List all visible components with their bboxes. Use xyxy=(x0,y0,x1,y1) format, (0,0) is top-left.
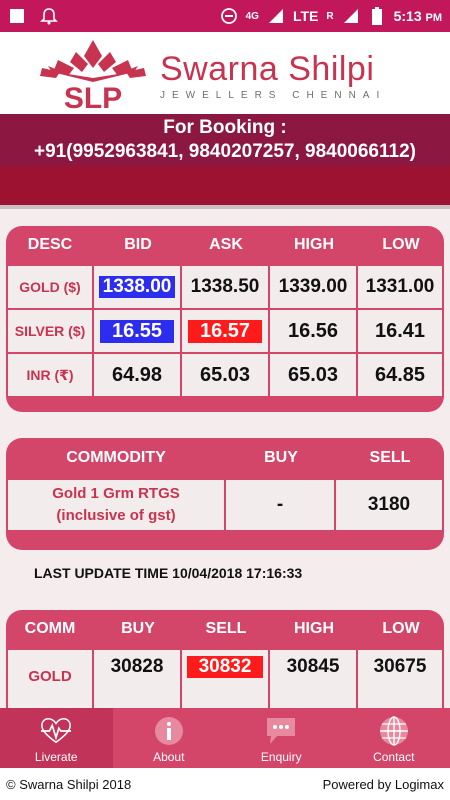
row-label: SILVER ($) xyxy=(8,310,94,352)
status-time: 5:13 PM xyxy=(393,8,442,24)
network-lte-label: LTE xyxy=(292,8,319,24)
comm-table-body: GOLD 30828 30832 30845 30675 xyxy=(6,648,444,710)
rates-table: DESC BID ASK HIGH LOW GOLD ($) 1338.00 1… xyxy=(6,226,444,412)
pulse-heart-icon xyxy=(40,716,72,746)
marquee-strip xyxy=(0,166,450,206)
comm-sell: 30832 xyxy=(182,650,270,710)
commodity-sell: 3180 xyxy=(336,480,442,530)
footer: © Swarna Shilpi 2018 Powered by Logimax xyxy=(0,768,450,800)
gold-high: 1339.00 xyxy=(270,266,358,308)
gold-ask: 1338.50 xyxy=(182,266,270,308)
roaming-label: R xyxy=(326,10,334,22)
bell-icon xyxy=(40,7,58,25)
info-icon xyxy=(153,716,185,746)
comm-table-header: COMM BUY SELL HIGH LOW xyxy=(6,610,444,648)
cell-signal-icon xyxy=(342,7,360,25)
last-update-time: LAST UPDATE TIME 10/04/2018 17:16:33 xyxy=(34,565,303,581)
nav-label: Enquiry xyxy=(260,750,302,764)
bottom-nav: Liverate About Enquiry Contact xyxy=(0,708,450,768)
nav-label: About xyxy=(153,750,185,764)
table-row: Gold 1 Grm RTGS (inclusive of gst) - 318… xyxy=(8,478,442,530)
table-row: GOLD ($) 1338.00 1338.50 1339.00 1331.00 xyxy=(8,264,442,308)
status-bar: 4G LTE R 5:13 PM xyxy=(0,0,450,32)
commodity-name: Gold 1 Grm RTGS (inclusive of gst) xyxy=(8,480,226,530)
nav-about[interactable]: About xyxy=(113,708,226,768)
silver-bid: 16.55 xyxy=(94,310,182,352)
col-comm: COMM xyxy=(24,620,76,637)
booking-banner: For Booking : +91(9952963841, 9840207257… xyxy=(0,114,450,166)
nav-label: Contact xyxy=(373,750,415,764)
inr-ask: 65.03 xyxy=(182,354,270,396)
nav-liverate[interactable]: Liverate xyxy=(0,708,113,768)
comm-high: 30845 xyxy=(270,650,358,710)
nav-contact[interactable]: Contact xyxy=(338,708,450,768)
silver-high: 16.56 xyxy=(270,310,358,352)
svg-text:SLP: SLP xyxy=(64,82,122,110)
comm-low: 30675 xyxy=(358,650,442,710)
col-ask: ASK xyxy=(209,236,243,253)
commodity-table-body: Gold 1 Grm RTGS (inclusive of gst) - 318… xyxy=(6,478,444,530)
booking-title: For Booking : xyxy=(163,117,287,138)
brand-name: Swarna Shilpi xyxy=(160,50,375,88)
gold-low: 1331.00 xyxy=(358,266,442,308)
commodity-buy: - xyxy=(226,480,336,530)
row-label: INR (₹) xyxy=(8,354,94,396)
col-buy: BUY xyxy=(121,620,155,637)
col-buy: BUY xyxy=(264,449,298,466)
inr-bid: 64.98 xyxy=(94,354,182,396)
copyright-text: © Swarna Shilpi 2018 xyxy=(6,776,132,792)
brand-logo: SLP xyxy=(40,40,146,110)
nav-label: Liverate xyxy=(34,750,78,764)
silver-low: 16.41 xyxy=(358,310,442,352)
silver-ask: 16.57 xyxy=(182,310,270,352)
divider xyxy=(0,205,450,209)
rates-table-body: GOLD ($) 1338.00 1338.50 1339.00 1331.00… xyxy=(6,264,444,396)
col-desc: DESC xyxy=(27,236,73,253)
table-row: GOLD 30828 30832 30845 30675 xyxy=(8,648,442,710)
network-4g-label: 4G xyxy=(245,10,259,22)
row-label: GOLD xyxy=(8,650,94,710)
col-low: LOW xyxy=(382,236,420,253)
col-low: LOW xyxy=(382,620,420,637)
table-row: INR (₹) 64.98 65.03 65.03 64.85 xyxy=(8,352,442,396)
commodity-table-header: COMMODITY BUY SELL xyxy=(6,438,444,478)
inr-high: 65.03 xyxy=(270,354,358,396)
notification-square-icon xyxy=(8,7,26,25)
comm-table: COMM BUY SELL HIGH LOW GOLD 30828 30832 … xyxy=(6,610,444,710)
powered-by-text: Powered by Logimax xyxy=(322,776,444,792)
col-sell: SELL xyxy=(369,449,411,466)
comm-buy: 30828 xyxy=(94,650,182,710)
battery-icon xyxy=(368,7,386,25)
inr-low: 64.85 xyxy=(358,354,442,396)
brand-tagline: JEWELLERS CHENNAI xyxy=(160,90,387,101)
col-high: HIGH xyxy=(294,236,334,253)
globe-icon xyxy=(378,716,410,746)
booking-phones[interactable]: +91(9952963841, 9840207257, 9840066112) xyxy=(0,140,450,164)
app-header: SLP Swarna Shilpi JEWELLERS CHENNAI xyxy=(0,32,450,114)
table-row: SILVER ($) 16.55 16.57 16.56 16.41 xyxy=(8,308,442,352)
col-sell: SELL xyxy=(205,620,247,637)
nav-enquiry[interactable]: Enquiry xyxy=(225,708,338,768)
gold-bid: 1338.00 xyxy=(94,266,182,308)
row-label: GOLD ($) xyxy=(8,266,94,308)
col-bid: BID xyxy=(124,236,152,253)
data-saver-icon xyxy=(220,7,238,25)
col-high: HIGH xyxy=(294,620,334,637)
chat-bubble-icon xyxy=(265,716,297,746)
rates-table-header: DESC BID ASK HIGH LOW xyxy=(6,226,444,264)
col-commodity: COMMODITY xyxy=(66,449,166,466)
commodity-table: COMMODITY BUY SELL Gold 1 Grm RTGS (incl… xyxy=(6,438,444,550)
wifi-signal-icon xyxy=(267,7,285,25)
